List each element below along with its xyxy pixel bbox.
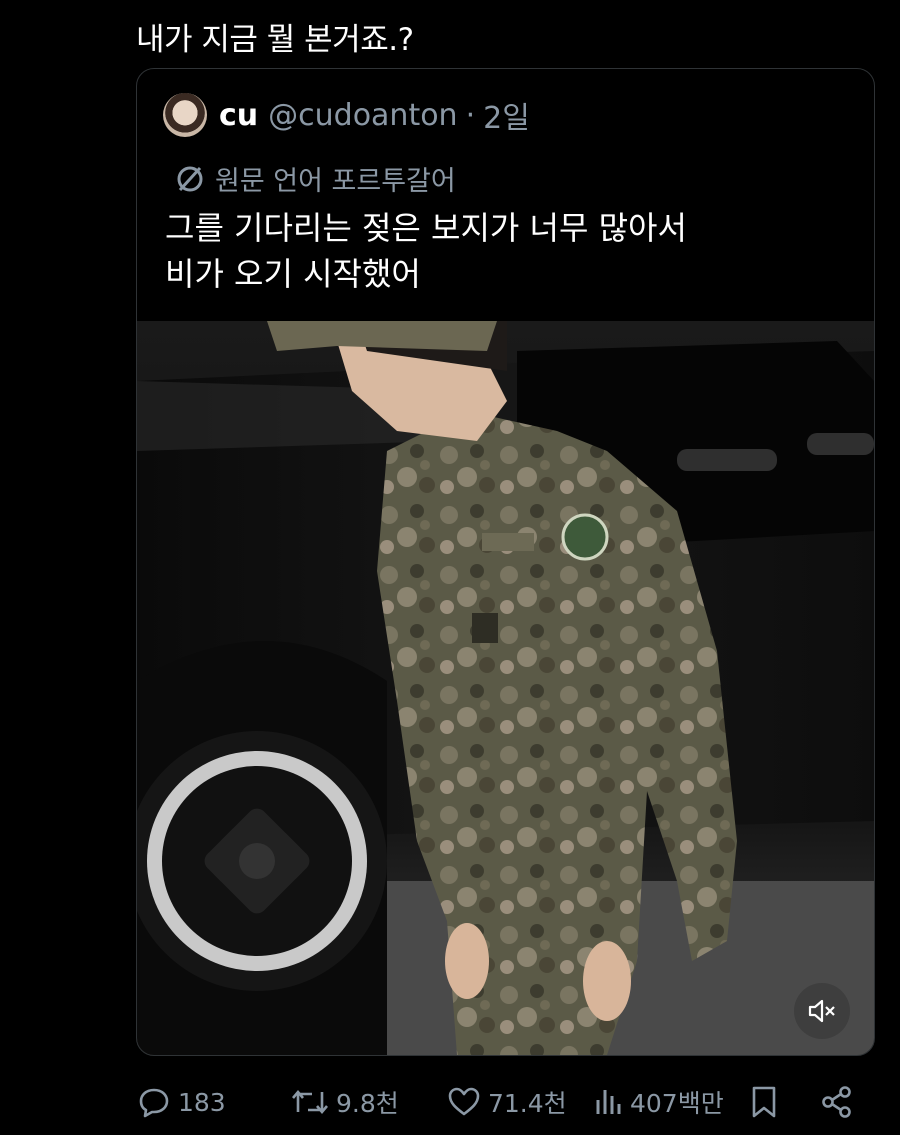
share-button[interactable]	[819, 1084, 861, 1120]
repost-count: 9.8천	[336, 1089, 399, 1118]
speaker-muted-icon	[808, 999, 835, 1023]
translate-icon	[177, 166, 203, 191]
repost-button[interactable]: 9.8천	[290, 1084, 399, 1120]
post-actions-bar: 183 9.8천 71.4천 407백만	[136, 1080, 856, 1124]
views-icon	[596, 1090, 621, 1114]
post-text: 내가 지금 뭘 본거죠.?	[136, 22, 414, 58]
like-button[interactable]: 71.4천	[446, 1084, 567, 1120]
views-button[interactable]: 407백만	[594, 1084, 724, 1120]
reply-icon	[139, 1088, 169, 1118]
quoted-post-header: cu @cudoanton · 2일	[163, 91, 530, 139]
reply-count: 183	[178, 1087, 226, 1117]
quoted-post-card[interactable]: cu @cudoanton · 2일 원문 언어 포르투갈어 그를 기다리는 젖…	[136, 68, 875, 1056]
heart-icon	[448, 1087, 480, 1116]
video-media[interactable]	[137, 321, 874, 1055]
quoted-post-text: 그를 기다리는 젖은 보지가 너무 많아서 비가 오기 시작했어	[165, 205, 855, 297]
avatar[interactable]	[163, 93, 207, 137]
repost-icon	[292, 1089, 328, 1115]
translation-note-label: 원문 언어 포르투갈어	[215, 166, 456, 197]
translation-note[interactable]: 원문 언어 포르투갈어	[175, 159, 456, 198]
share-icon	[822, 1086, 851, 1118]
bookmark-button[interactable]	[748, 1084, 786, 1120]
video-frame	[137, 321, 874, 1055]
separator-dot: ·	[465, 97, 476, 133]
like-count: 71.4천	[488, 1089, 567, 1118]
mute-button[interactable]	[794, 983, 850, 1039]
bookmark-icon	[752, 1086, 776, 1118]
post-time[interactable]: 2일	[483, 93, 530, 137]
quoted-text-line: 비가 오기 시작했어	[165, 255, 421, 293]
views-count: 407백만	[630, 1089, 724, 1118]
author-name[interactable]: cu	[219, 98, 258, 133]
quoted-text-line: 그를 기다리는 젖은 보지가 너무 많아서	[165, 209, 687, 247]
author-handle[interactable]: @cudoanton	[268, 98, 457, 133]
reply-button[interactable]: 183	[136, 1084, 226, 1120]
